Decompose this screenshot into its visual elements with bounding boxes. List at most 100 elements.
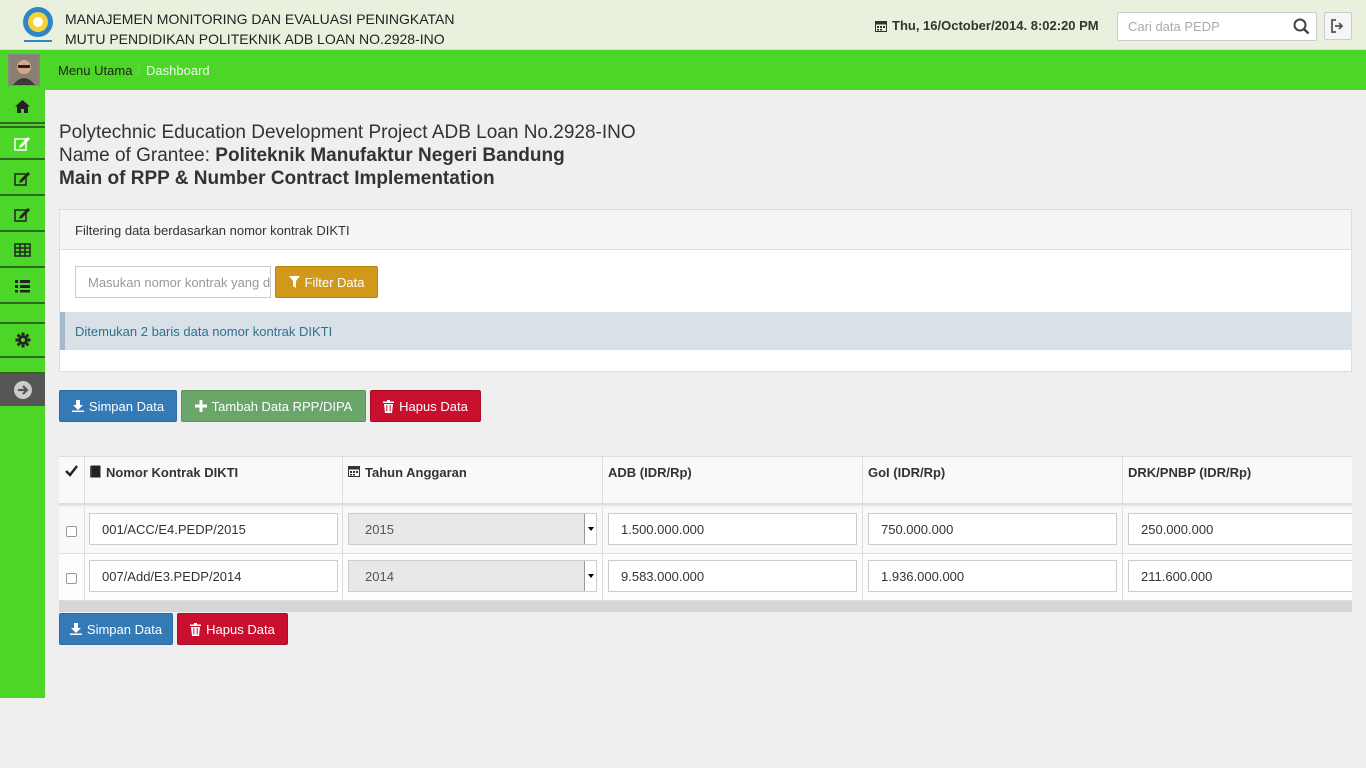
sign-out-icon xyxy=(1331,19,1344,33)
col-header-kontrak-label: Nomor Kontrak DIKTI xyxy=(106,465,239,480)
page-heading: Polytechnic Education Development Projec… xyxy=(59,121,636,190)
section-title-text: Main of RPP & Number Contract Implementa… xyxy=(59,168,495,189)
datetime-text: Thu, 16/October/2014. 8:02:20 PM xyxy=(892,18,1099,33)
nav-bar: Menu Utama / Dashboard xyxy=(0,50,1366,90)
filter-button[interactable]: Filter Data xyxy=(275,266,378,298)
grantee-line: Name of Grantee: Politeknik Manufaktur N… xyxy=(59,144,636,167)
kontrak-input[interactable]: 001/ACC/E4.PEDP/2015 xyxy=(89,513,338,545)
col-header-adb: ADB (IDR/Rp) xyxy=(603,457,863,505)
contracts-table: Nomor Kontrak DIKTI Tahun Anggaran ADB (… xyxy=(59,456,1352,612)
tahun-cell: 2015 xyxy=(343,507,603,553)
project-title: Polytechnic Education Development Projec… xyxy=(59,122,636,143)
sidebar-item-edit-3[interactable] xyxy=(0,198,45,232)
select-all-header[interactable] xyxy=(59,457,85,505)
avatar[interactable] xyxy=(8,54,40,86)
university-logo xyxy=(23,7,53,42)
filter-icon xyxy=(288,276,300,288)
save-button-bottom[interactable]: Simpan Data xyxy=(59,613,173,645)
app-title-line1: MANAJEMEN MONITORING DAN EVALUASI PENING… xyxy=(65,11,455,27)
goi-cell: 750.000.000 xyxy=(863,507,1123,553)
sidebar-item-settings[interactable] xyxy=(0,322,45,358)
drk-cell: 250.000.000 xyxy=(1123,507,1352,553)
table-row: 001/ACC/E4.PEDP/2015 2015 1.500.000.000 … xyxy=(59,507,1352,554)
row-select-cell xyxy=(59,554,85,600)
grantee-label: Name of Grantee: xyxy=(59,145,216,166)
kontrak-input[interactable]: 007/Add/E3.PEDP/2014 xyxy=(89,560,338,592)
adb-cell: 1.500.000.000 xyxy=(603,507,863,553)
col-header-drk-label: DRK/PNBP (IDR/Rp) xyxy=(1128,465,1252,480)
filter-panel-heading: Filtering data berdasarkan nomor kontrak… xyxy=(60,210,1351,250)
grantee-name: Politeknik Manufaktur Negeri Bandung xyxy=(215,145,565,166)
breadcrumb-current: Dashboard xyxy=(146,63,210,78)
app-title: MANAJEMEN MONITORING DAN EVALUASI PENING… xyxy=(65,9,454,49)
adb-input[interactable]: 1.500.000.000 xyxy=(608,513,857,545)
save-button[interactable]: Simpan Data xyxy=(59,390,177,422)
check-icon xyxy=(65,465,78,477)
search-icon[interactable] xyxy=(1293,18,1310,35)
add-rpp-dipa-button[interactable]: Tambah Data RPP/DIPA xyxy=(181,390,366,422)
horizontal-scrollbar[interactable] xyxy=(59,601,1352,612)
delete-button-label: Hapus Data xyxy=(399,398,468,414)
sidebar xyxy=(0,90,45,698)
sidebar-collapse-button[interactable] xyxy=(0,372,45,406)
sidebar-item-table[interactable] xyxy=(0,234,45,268)
contract-number-input[interactable] xyxy=(75,266,271,298)
list-icon xyxy=(15,280,30,293)
col-header-kontrak: Nomor Kontrak DIKTI xyxy=(85,457,343,505)
gear-icon xyxy=(15,332,30,348)
dropdown-arrow-icon xyxy=(584,561,596,591)
row-select-cell xyxy=(59,507,85,553)
plus-icon xyxy=(194,400,207,412)
sidebar-item-edit-2[interactable] xyxy=(0,162,45,196)
trash-icon xyxy=(190,622,202,636)
table-icon xyxy=(14,243,31,257)
save-button-bottom-label: Simpan Data xyxy=(86,621,163,637)
col-header-drk: DRK/PNBP (IDR/Rp) xyxy=(1123,457,1352,505)
delete-button[interactable]: Hapus Data xyxy=(370,390,481,422)
adb-input[interactable]: 9.583.000.000 xyxy=(608,560,857,592)
filter-button-label: Filter Data xyxy=(304,274,365,290)
kontrak-cell: 001/ACC/E4.PEDP/2015 xyxy=(85,507,343,553)
goi-cell: 1.936.000.000 xyxy=(863,554,1123,600)
drk-cell: 211.600.000 xyxy=(1123,554,1352,600)
top-header: MANAJEMEN MONITORING DAN EVALUASI PENING… xyxy=(0,0,1366,50)
delete-button-bottom[interactable]: Hapus Data xyxy=(177,613,288,645)
edit-icon xyxy=(14,136,30,151)
col-header-goi-label: GoI (IDR/Rp) xyxy=(868,465,946,480)
save-button-label: Simpan Data xyxy=(88,398,165,414)
col-header-tahun-label: Tahun Anggaran xyxy=(365,465,467,480)
tahun-select[interactable]: 2014 xyxy=(348,560,597,592)
table-row: 007/Add/E3.PEDP/2014 2014 9.583.000.000 … xyxy=(59,554,1352,601)
breadcrumb-separator: / xyxy=(136,63,141,78)
calendar-icon xyxy=(348,466,360,477)
drk-input[interactable]: 211.600.000 xyxy=(1128,560,1352,592)
tahun-select-value: 2015 xyxy=(365,522,394,537)
breadcrumb-home[interactable]: Menu Utama xyxy=(58,63,132,78)
trash-icon xyxy=(383,399,395,413)
calendar-icon xyxy=(875,20,887,32)
download-icon xyxy=(69,623,82,635)
goi-input[interactable]: 750.000.000 xyxy=(868,513,1117,545)
user-photo xyxy=(9,55,39,85)
filter-panel: Filtering data berdasarkan nomor kontrak… xyxy=(59,209,1352,372)
book-icon xyxy=(90,465,101,478)
sidebar-item-list[interactable] xyxy=(0,270,45,304)
download-icon xyxy=(71,400,84,412)
row-checkbox[interactable] xyxy=(66,573,77,584)
search-box[interactable] xyxy=(1117,12,1317,41)
tahun-select[interactable]: 2015 xyxy=(348,513,597,545)
datetime: Thu, 16/October/2014. 8:02:20 PM xyxy=(875,18,1099,33)
logout-button[interactable] xyxy=(1324,12,1352,40)
edit-icon xyxy=(14,171,30,186)
goi-input[interactable]: 1.936.000.000 xyxy=(868,560,1117,592)
col-header-adb-label: ADB (IDR/Rp) xyxy=(608,465,692,480)
sidebar-item-edit-1[interactable] xyxy=(0,126,45,160)
edit-icon xyxy=(14,207,30,222)
section-title: Main of RPP & Number Contract Implementa… xyxy=(59,167,636,190)
row-checkbox[interactable] xyxy=(66,526,77,537)
dropdown-arrow-icon xyxy=(584,514,596,544)
drk-input[interactable]: 250.000.000 xyxy=(1128,513,1352,545)
search-input[interactable] xyxy=(1118,13,1283,40)
sidebar-item-home[interactable] xyxy=(0,90,45,124)
breadcrumb: Menu Utama / Dashboard xyxy=(58,63,210,78)
